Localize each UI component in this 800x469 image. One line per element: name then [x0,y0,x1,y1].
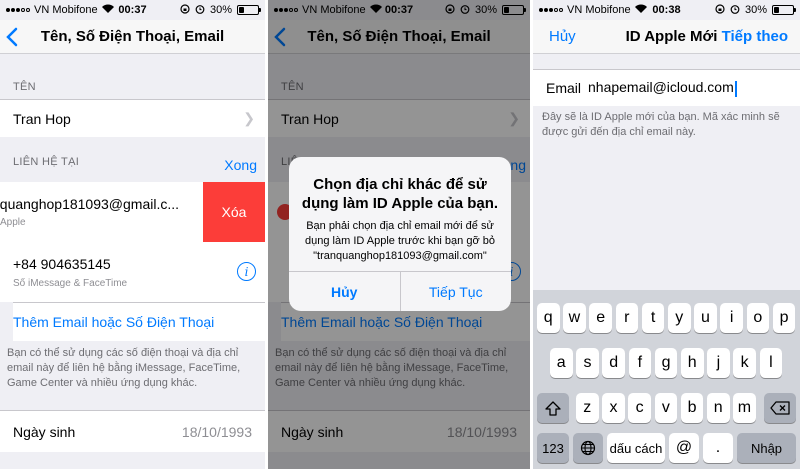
cancel-button[interactable]: Hủy [549,28,576,45]
numbers-key[interactable]: 123 [537,433,569,463]
globe-icon [580,440,596,456]
page-title: ID Apple Mới [625,28,718,45]
key-w[interactable]: w [563,303,586,333]
lock-rotation-icon [180,3,190,17]
status-bar: VN Mobifone 00:38 30% [533,0,800,20]
alarm-icon [195,4,205,17]
phone-value: +84 904635145 [13,256,111,272]
wifi-icon [101,4,114,16]
battery-icon [237,5,261,15]
screen-edit-contact: VN Mobifone 00:37 30% Tên, Số Điện Thoại… [0,0,265,469]
key-p[interactable]: p [772,303,796,333]
space-key[interactable]: dấu cách [607,433,665,463]
section-header-contact: LIÊN HỆ TẠI [13,156,80,168]
carrier: VN Mobifone [6,4,114,16]
key-z[interactable]: z [576,393,599,423]
globe-key[interactable] [573,433,603,463]
key-e[interactable]: e [589,303,612,333]
key-o[interactable]: o [746,303,770,333]
nav-bar: Hủy ID Apple Mới Tiếp theo [533,20,800,54]
phone-row[interactable]: +84 904635145 Số iMessage & FaceTime i [0,242,265,302]
carrier: VN Mobifone [539,4,647,16]
shift-arrow-icon [545,400,561,416]
chevron-right-icon: ❯ [243,110,255,126]
key-c[interactable]: c [628,393,651,423]
key-b[interactable]: b [680,393,704,423]
key-t[interactable]: t [641,303,665,333]
alert-continue-button[interactable]: Tiếp Tục [399,272,512,311]
key-u[interactable]: u [694,303,717,333]
carrier-name: VN Mobifone [34,4,98,16]
next-button[interactable]: Tiếp theo [722,28,788,45]
key-y[interactable]: y [668,303,691,333]
key-r[interactable]: r [615,303,639,333]
key-f[interactable]: f [628,348,652,378]
alert-dialog: Chọn địa chỉ khác để sử dụng làm ID Appl… [289,157,511,311]
signal-icon [6,8,30,12]
screen-alert: VN Mobifone 00:37 30% Tên, Số Điện Thoại… [268,0,530,469]
screen-new-apple-id: VN Mobifone 00:38 30% Hủy ID Apple Mới T… [533,0,800,469]
key-d[interactable]: d [602,348,625,378]
birthday-label: Ngày sinh [13,423,76,440]
email-input-value: nhapemail@icloud.com [588,79,734,96]
nav-bar: Tên, Số Điện Thoại, Email [0,20,265,54]
return-key[interactable]: Nhập [737,433,796,463]
page-title: Tên, Số Điện Thoại, Email [40,28,225,45]
key-v[interactable]: v [654,393,678,423]
key-x[interactable]: x [602,393,625,423]
battery-percent: 30% [744,4,767,16]
email-input[interactable]: nhapemail@icloud.com [588,79,737,97]
key-m[interactable]: m [733,393,756,423]
alert-buttons: Hủy Tiếp Tục [289,271,511,311]
backspace-icon [770,401,790,415]
email-row-swiped[interactable]: nquanghop181093@gmail.c... Apple Xóa [0,182,265,242]
apple-id-footer-note: Đây sẽ là ID Apple mới của bạn. Mã xác m… [542,111,780,138]
alert-title: Chọn địa chỉ khác để sử dụng làm ID Appl… [301,176,499,212]
name-row[interactable]: Tran Hop ❯ [0,99,265,137]
keyboard: qwertyuiop asdfghjkl zxcvbnm 123 dấu các… [533,290,800,469]
key-s[interactable]: s [576,348,599,378]
status-bar: VN Mobifone 00:37 30% [0,0,265,20]
wifi-icon [634,4,647,16]
add-contact-row[interactable]: Thêm Email hoặc Số Điện Thoại [13,302,265,341]
lock-rotation-icon [715,3,725,17]
birthday-value: 18/10/1993 [181,423,252,440]
add-email-phone-link[interactable]: Thêm Email hoặc Số Điện Thoại [13,314,214,330]
text-caret [734,80,737,97]
done-button[interactable]: Xong [224,157,257,173]
back-chevron-icon[interactable] [6,25,26,49]
section-header-name: TÊN [13,81,36,93]
key-i[interactable]: i [720,303,743,333]
key-j[interactable]: j [707,348,730,378]
birthday-row[interactable]: Ngày sinh 18/10/1993 [0,410,265,452]
email-label: Email [546,80,582,96]
key-q[interactable]: q [537,303,560,333]
delete-button[interactable]: Xóa [203,182,265,242]
alert-cancel-button[interactable]: Hủy [289,272,400,311]
contact-footer-note: Bạn có thể sử dụng các số điện thoại và … [7,347,241,389]
backspace-key[interactable] [764,393,796,423]
alarm-icon [730,4,740,17]
signal-icon [539,8,563,12]
name-value: Tran Hop [13,110,71,127]
email-input-row[interactable]: Email nhapemail@icloud.com [533,69,800,106]
battery-percent: 30% [209,4,232,16]
email-value: nquanghop181093@gmail.c... [0,196,180,212]
at-key[interactable]: @ [669,433,699,463]
shift-key[interactable] [537,393,569,423]
key-h[interactable]: h [681,348,704,378]
phone-subtitle: Số iMessage & FaceTime [13,278,128,289]
key-n[interactable]: n [707,393,730,423]
info-icon[interactable]: i [237,262,256,281]
email-subtitle: Apple [0,217,26,228]
key-g[interactable]: g [654,348,678,378]
key-a[interactable]: a [550,348,573,378]
battery-icon [772,5,796,15]
carrier-name: VN Mobifone [567,4,631,16]
key-k[interactable]: k [733,348,756,378]
key-l[interactable]: l [759,348,783,378]
period-key[interactable]: . [703,433,733,463]
alert-message: Bạn phải chọn địa chỉ email mới để sử dụ… [305,220,495,262]
